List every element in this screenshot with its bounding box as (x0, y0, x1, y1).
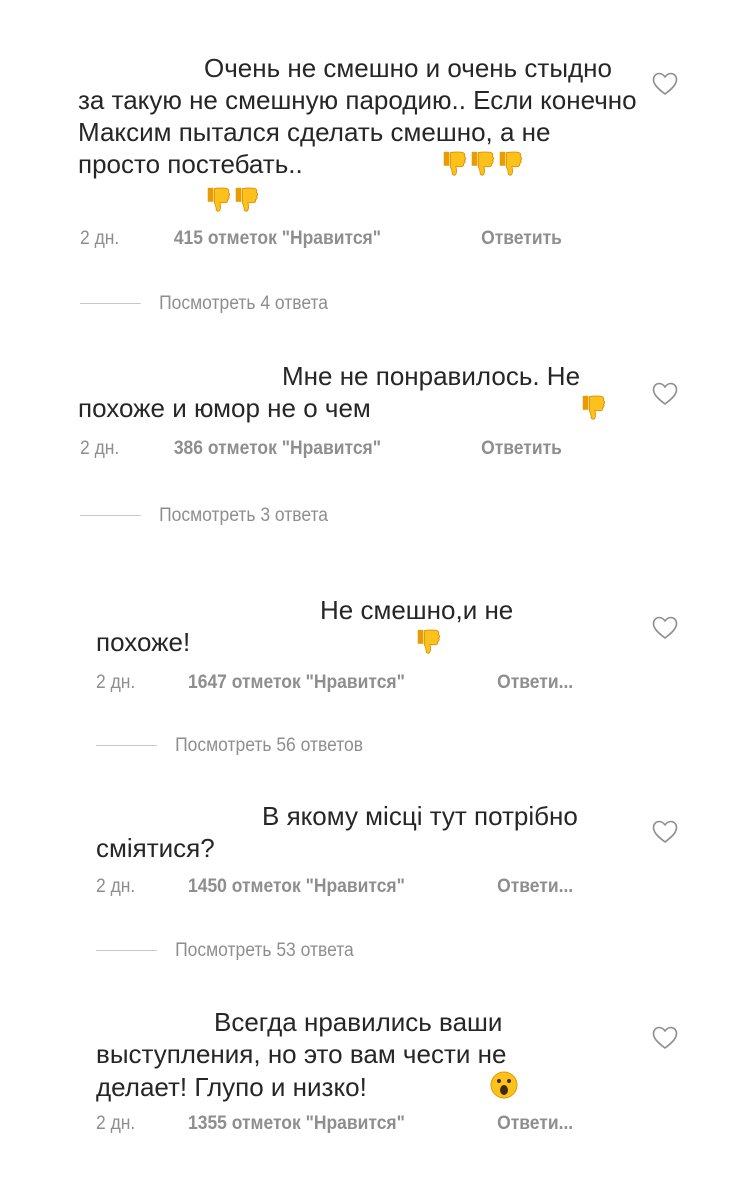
thumbs-down-icon (375, 393, 607, 428)
comment-meta: 2 дн. 415 отметок "Нравится" Ответить (80, 228, 562, 250)
likes-count[interactable]: 1450 отметок "Нравится" (188, 876, 405, 898)
likes-count[interactable]: 415 отметок "Нравится" (174, 228, 381, 250)
heart-outline-icon[interactable] (652, 820, 678, 844)
thumbs-down-icon (314, 149, 524, 184)
heart-outline-icon[interactable] (652, 616, 678, 640)
replies-divider (80, 303, 141, 305)
comment-text: Очень не смешно и очень стыдно за такую … (78, 52, 638, 220)
replies-divider (80, 515, 141, 517)
heart-outline-icon[interactable] (652, 72, 678, 96)
view-replies-label: Посмотреть 56 ответов (175, 735, 364, 756)
face-open-mouth-icon (371, 1070, 519, 1107)
comment-item: Очень не смешно и очень стыдно за такую … (78, 52, 638, 220)
comment-item: Всегда нравились ваши выступления, но эт… (96, 1006, 536, 1107)
comment-item: В якому місці тут потрібно сміятися? (96, 800, 636, 864)
comment-time: 2 дн. (96, 876, 136, 897)
likes-count[interactable]: 1647 отметок "Нравится" (188, 672, 405, 694)
view-replies-button[interactable]: Посмотреть 53 ответа (96, 940, 354, 962)
thumbs-down-icon (78, 185, 260, 220)
likes-count[interactable]: 1355 отметок "Нравится" (188, 1113, 405, 1135)
comment-text: Всегда нравились ваши выступления, но эт… (96, 1006, 536, 1107)
reply-button[interactable]: Ответить (481, 438, 562, 460)
reply-button[interactable]: Ответи... (497, 1113, 573, 1135)
reply-button[interactable]: Ответи... (497, 672, 573, 694)
comment-item: Мне не понравилось. Не похоже и юмор не … (78, 360, 618, 428)
view-replies-label: Посмотреть 4 ответа (159, 293, 329, 314)
reply-button[interactable]: Ответи... (497, 876, 573, 898)
comment-text: Не смешно,и не похоже! (96, 594, 596, 662)
reply-button[interactable]: Ответить (481, 228, 562, 250)
comment-time: 2 дн. (80, 228, 120, 249)
comment-meta: 2 дн. 1355 отметок "Нравится" Ответи... (96, 1113, 573, 1135)
comment-time: 2 дн. (96, 1113, 136, 1134)
comment-time: 2 дн. (80, 438, 120, 459)
replies-divider (96, 745, 157, 747)
thumbs-down-icon (190, 627, 442, 662)
comment-meta: 2 дн. 386 отметок "Нравится" Ответить (80, 438, 562, 460)
heart-outline-icon[interactable] (652, 1026, 678, 1050)
likes-count[interactable]: 386 отметок "Нравится" (174, 438, 381, 460)
comment-text: Мне не понравилось. Не похоже и юмор не … (78, 360, 618, 428)
view-replies-button[interactable]: Посмотреть 56 ответов (96, 735, 363, 757)
comment-meta: 2 дн. 1647 отметок "Нравится" Ответи... (96, 672, 573, 694)
comment-text: В якому місці тут потрібно сміятися? (96, 801, 578, 863)
replies-divider (96, 950, 157, 952)
comment-meta: 2 дн. 1450 отметок "Нравится" Ответи... (96, 876, 573, 898)
comment-time: 2 дн. (96, 672, 136, 693)
heart-outline-icon[interactable] (652, 382, 678, 406)
view-replies-button[interactable]: Посмотреть 3 ответа (80, 505, 328, 527)
view-replies-label: Посмотреть 53 ответа (175, 940, 354, 961)
comment-item: Не смешно,и не похоже! (96, 594, 596, 662)
view-replies-label: Посмотреть 3 ответа (159, 505, 329, 526)
view-replies-button[interactable]: Посмотреть 4 ответа (80, 293, 328, 315)
